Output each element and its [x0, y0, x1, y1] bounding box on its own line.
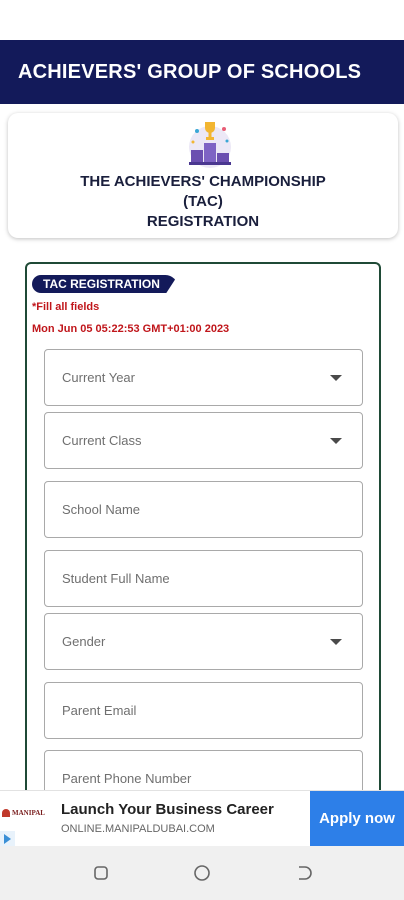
banner-title-line3: REGISTRATION: [146, 213, 260, 230]
school-name-placeholder: School Name: [62, 502, 141, 517]
ad-choices-icon[interactable]: [0, 831, 15, 846]
gender-placeholder: Gender: [62, 634, 106, 649]
gender-select[interactable]: Gender: [44, 613, 363, 670]
dropdown-arrow-icon: [330, 375, 342, 381]
home-icon[interactable]: [193, 864, 211, 882]
system-nav-bar: [0, 846, 404, 900]
ad-url: ONLINE.MANIPALDUBAI.COM: [61, 823, 215, 835]
parent-email-input[interactable]: Parent Email: [44, 682, 363, 739]
recent-apps-icon[interactable]: [92, 864, 110, 882]
current-class-placeholder: Current Class: [62, 433, 142, 448]
parent-email-placeholder: Parent Email: [62, 703, 137, 718]
app-title: ACHIEVERS' GROUP OF SCHOOLS: [18, 60, 362, 83]
ad-banner[interactable]: MANIPAL Launch Your Business Career ONLI…: [0, 790, 404, 846]
apply-now-button[interactable]: Apply now: [310, 791, 404, 846]
dropdown-arrow-icon: [330, 639, 342, 645]
status-bar: [0, 0, 404, 40]
app-header: ACHIEVERS' GROUP OF SCHOOLS: [0, 40, 404, 104]
ad-headline[interactable]: Launch Your Business Career: [61, 801, 274, 818]
fill-all-fields-note: *Fill all fields: [32, 301, 100, 313]
parent-phone-placeholder: Parent Phone Number: [62, 771, 192, 786]
manipal-logo: MANIPAL: [2, 809, 54, 825]
section-tag: TAC REGISTRATION: [32, 275, 178, 293]
banner-title-line2: (TAC): [183, 193, 223, 210]
current-year-placeholder: Current Year: [62, 370, 135, 385]
student-full-name-input[interactable]: Student Full Name: [44, 550, 363, 607]
student-full-name-placeholder: Student Full Name: [62, 571, 170, 586]
registration-form-card: TAC REGISTRATION *Fill all fields Mon Ju…: [25, 262, 381, 822]
school-name-input[interactable]: School Name: [44, 481, 363, 538]
timestamp-text: Mon Jun 05 05:22:53 GMT+01:00 2023: [32, 323, 230, 335]
dropdown-arrow-icon: [330, 438, 342, 444]
current-year-select[interactable]: Current Year: [44, 349, 363, 406]
banner-card: THE ACHIEVERS' CHAMPIONSHIP (TAC) REGIST…: [8, 113, 398, 238]
back-icon[interactable]: [294, 864, 312, 882]
trophy-podium-icon: [189, 122, 231, 168]
current-class-select[interactable]: Current Class: [44, 412, 363, 469]
banner-title-line1: THE ACHIEVERS' CHAMPIONSHIP: [80, 173, 326, 190]
